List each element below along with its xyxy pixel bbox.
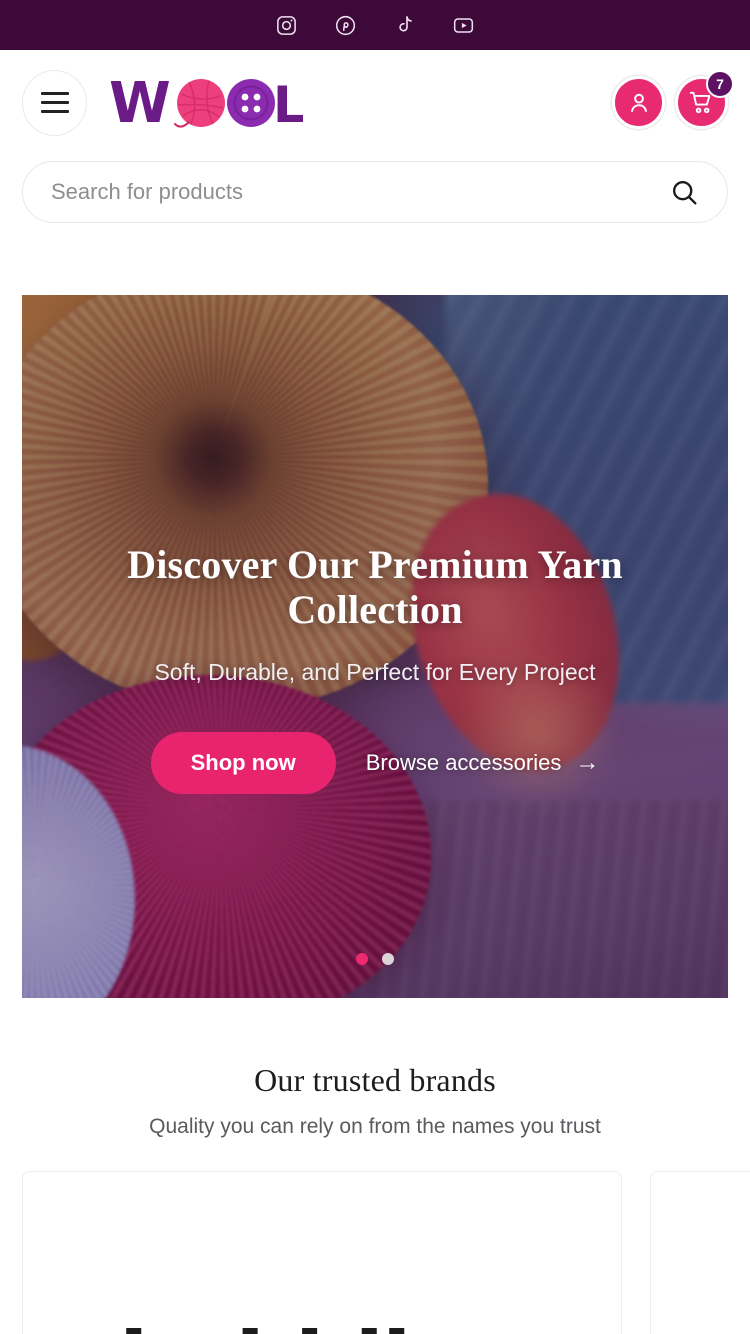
carousel-dots: [22, 953, 728, 965]
header-actions: 7: [612, 70, 734, 129]
youtube-icon[interactable]: [448, 10, 479, 41]
search-box[interactable]: [22, 161, 728, 223]
social-top-bar: [0, 0, 750, 50]
hero-subtitle: Soft, Durable, and Perfect for Every Pro…: [154, 658, 596, 685]
brands-subtitle: Quality you can rely on from the names y…: [149, 1115, 601, 1138]
hamburger-menu-button[interactable]: [22, 69, 87, 136]
tiktok-icon[interactable]: [389, 10, 420, 41]
arrow-right-icon: →: [575, 748, 600, 776]
search-icon[interactable]: [667, 175, 701, 209]
hero-cta-group: Shop now Browse accessories →: [46, 731, 704, 794]
pinterest-icon[interactable]: [330, 10, 361, 41]
svg-text:W: W: [111, 72, 171, 134]
hero-content: Discover Our Premium Yarn Collection Sof…: [22, 542, 728, 794]
site-header: W L 7: [0, 50, 750, 155]
hero-title: Discover Our Premium Yarn Collection: [127, 542, 623, 632]
search-input[interactable]: [51, 179, 667, 205]
brands-title: Our trusted brands: [254, 1062, 496, 1098]
carousel-dot-2[interactable]: [382, 953, 394, 965]
menu-bar-2: [40, 101, 69, 104]
search-section: [0, 161, 750, 223]
svg-text:L: L: [273, 76, 303, 134]
brands-section: Our trusted brands Quality you can rely …: [0, 1062, 750, 1334]
hero-banner: Discover Our Premium Yarn Collection Sof…: [22, 295, 728, 998]
browse-accessories-label: Browse accessories: [365, 749, 562, 775]
brand-card[interactable]: [650, 1171, 750, 1334]
brand-logo: hobbiine: [119, 1314, 527, 1334]
cart-button[interactable]: 7: [675, 70, 734, 129]
menu-bar-3: [40, 110, 69, 113]
cart-count-badge: 7: [706, 70, 734, 98]
browse-accessories-link[interactable]: Browse accessories →: [366, 750, 600, 776]
shop-now-button[interactable]: Shop now: [150, 731, 336, 794]
carousel-dot-1[interactable]: [356, 953, 368, 965]
site-logo[interactable]: W L: [111, 70, 303, 136]
menu-bar-1: [40, 92, 69, 95]
account-button[interactable]: [612, 76, 665, 129]
instagram-icon[interactable]: [271, 10, 302, 41]
brand-card-list: hobbiine: [0, 1171, 750, 1334]
page-root: W L 7 Search for products Discover Our P…: [0, 0, 750, 1334]
brand-card[interactable]: hobbiine: [22, 1171, 622, 1334]
